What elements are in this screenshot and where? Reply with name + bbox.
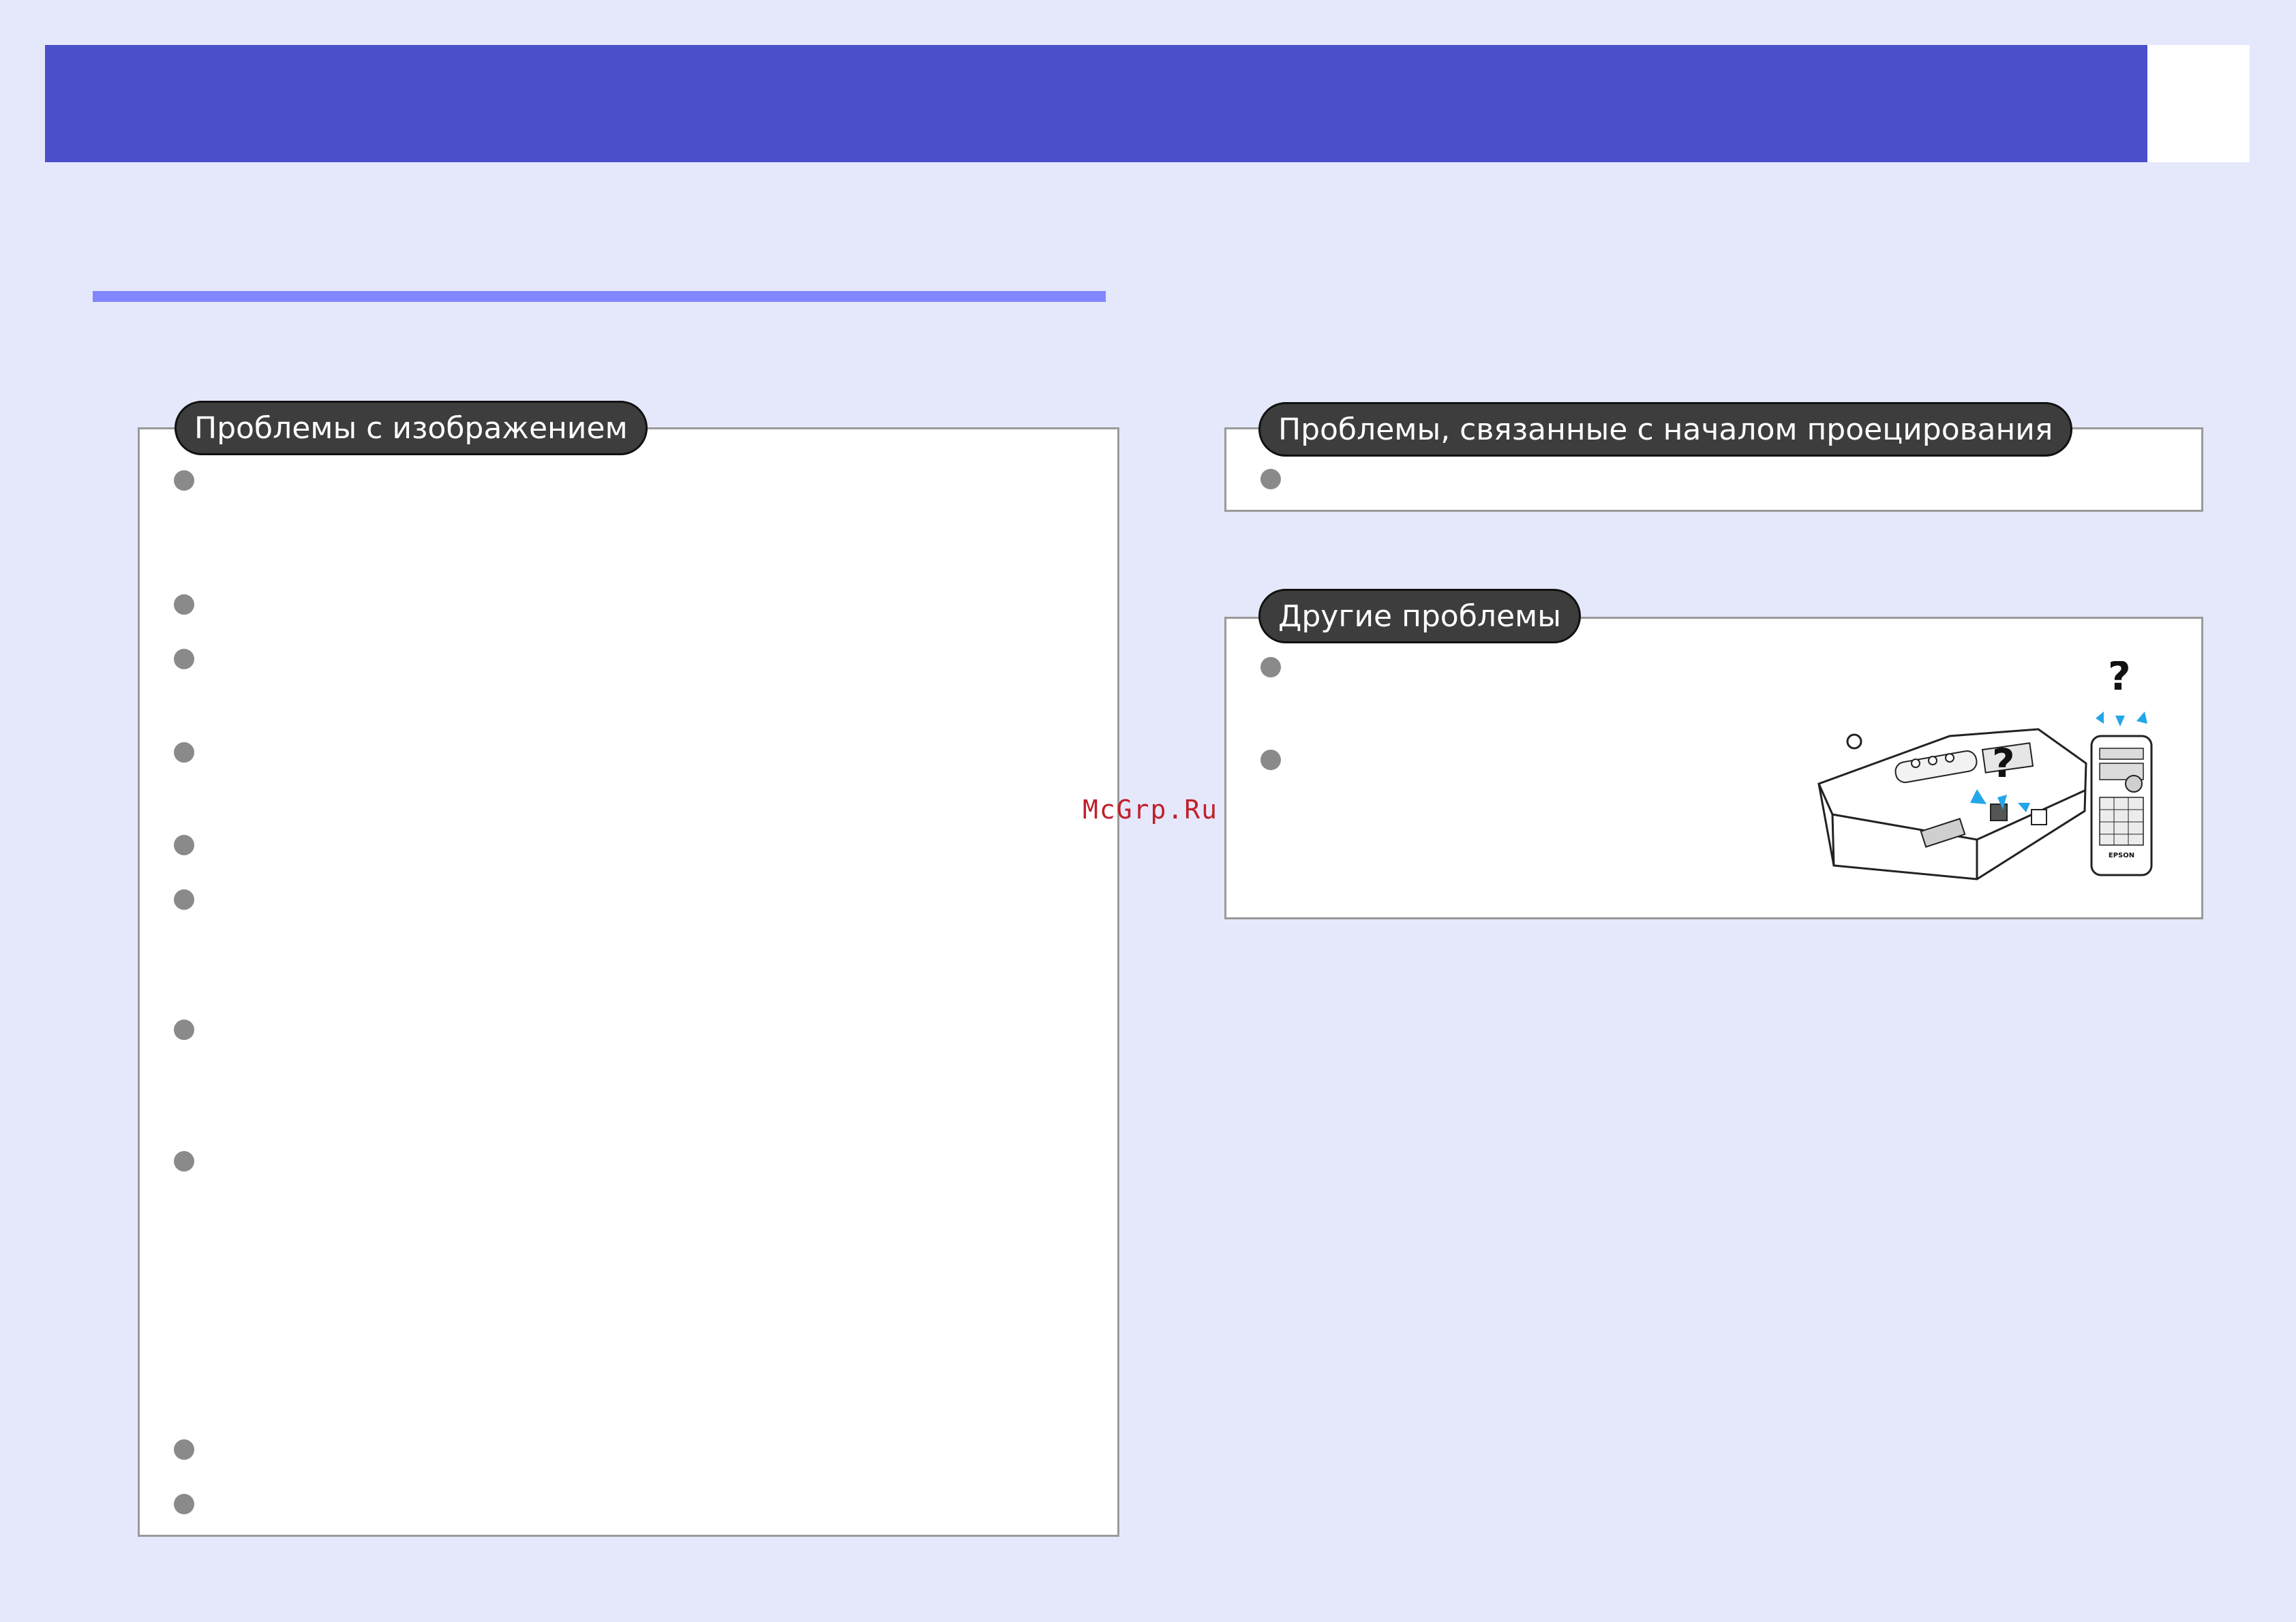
remote-control-icon: EPSON [2090,735,2153,876]
bullet-point [1260,657,1281,677]
bullet-point [174,594,194,615]
bullet-point [174,1439,194,1460]
remote-brand-label: EPSON [2109,852,2134,859]
panel-label-image-problems: Проблемы с изображением [175,401,648,455]
signal-arrow-icon [2136,711,2147,724]
panel-label-projection-start: Проблемы, связанные с началом проецирова… [1258,402,2073,457]
bullet-point [174,1494,194,1514]
bullet-point [1260,469,1281,489]
watermark: McGrp.Ru [1083,795,1219,825]
section-title-rule [93,291,1106,302]
bullet-point [174,470,194,491]
page-number-tab [2147,45,2250,162]
projector-remote-illustration: ? EPSON ? [1817,661,2153,881]
bullet-point [174,649,194,669]
signal-arrow-icon [2115,716,2125,726]
panel-image-problems [138,427,1119,1537]
signal-arrow-icon [2096,711,2104,724]
bullet-point [1260,750,1281,770]
question-mark-projector: ? [1992,740,2015,786]
bullet-point [174,1151,194,1172]
bullet-point [174,889,194,910]
bullet-point [174,835,194,855]
projector-icon [1817,728,2087,881]
question-mark-remote: ? [2108,661,2131,699]
bullet-point [174,742,194,763]
panel-label-other-problems: Другие проблемы [1258,589,1581,643]
bullet-point [174,1020,194,1040]
header-bar [45,45,2147,162]
